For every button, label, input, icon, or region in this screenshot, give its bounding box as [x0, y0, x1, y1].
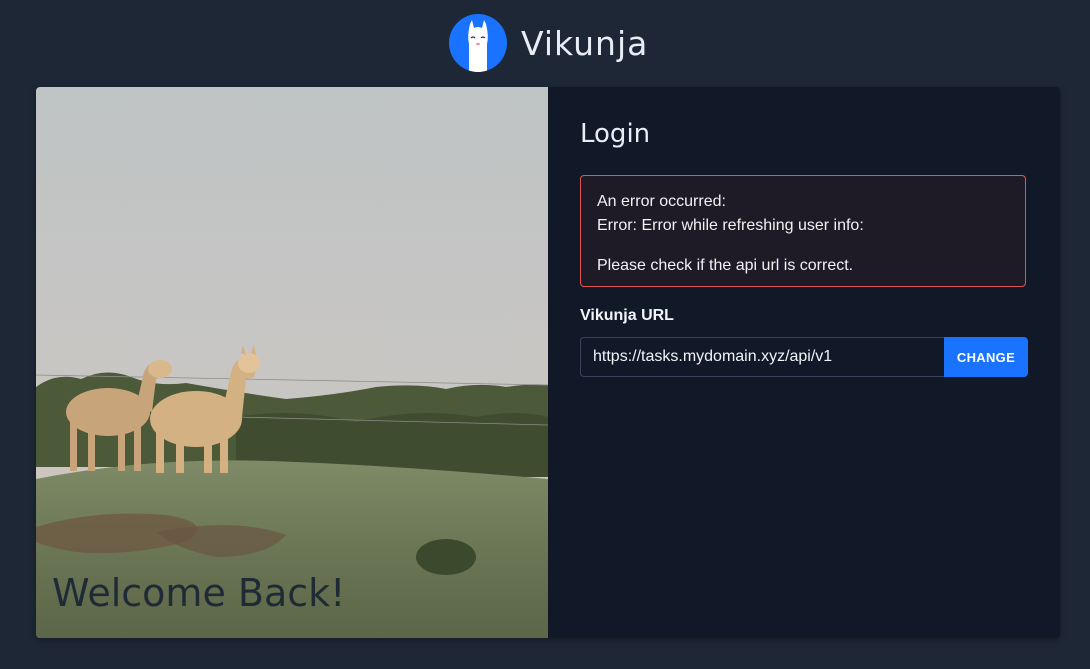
vikunja-url-input[interactable] [580, 337, 944, 377]
hero-image: Welcome Back! [36, 87, 548, 638]
error-line-2: Error: Error while refreshing user info: [597, 217, 864, 234]
logo[interactable]: Vikunja [449, 13, 659, 73]
error-line-3: Please check if the api url is correct. [597, 257, 854, 274]
header: Vikunja [0, 0, 1090, 87]
welcome-text: Welcome Back! [52, 571, 346, 615]
login-card: Welcome Back! Login An error occurred: E… [36, 87, 1060, 638]
error-line-1: An error occurred: [597, 193, 726, 210]
alpaca-photo [36, 87, 548, 638]
llama-logo-icon [449, 14, 507, 72]
vikunja-url-label: Vikunja URL [580, 307, 674, 324]
app-name: Vikunja [521, 23, 649, 63]
login-form: Login An error occurred: Error: Error wh… [548, 87, 1060, 638]
error-message: An error occurred: Error: Error while re… [580, 175, 1026, 287]
page-title: Login [580, 119, 651, 149]
change-button[interactable]: CHANGE [944, 337, 1028, 377]
